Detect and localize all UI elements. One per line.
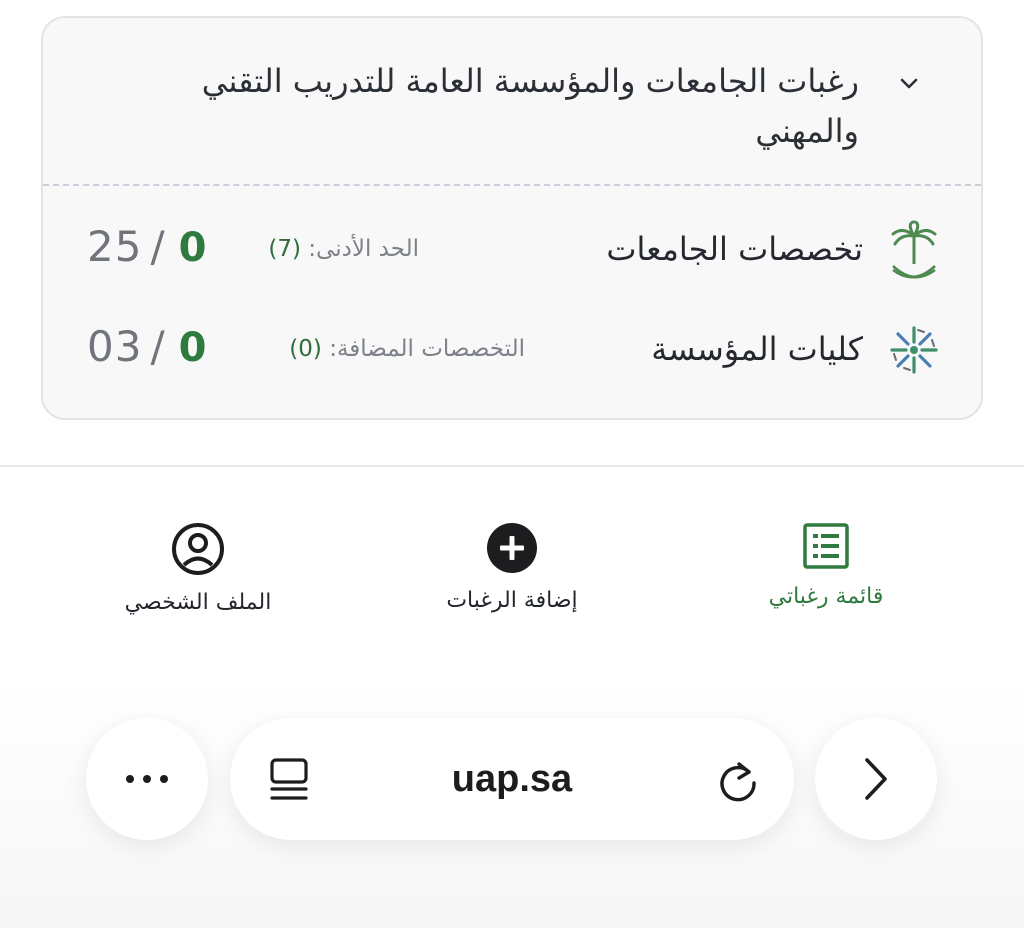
nav-add-label: إضافة الرغبات [446, 588, 578, 613]
forward-button[interactable] [815, 718, 937, 840]
row-note: الحد الأدنى: (7) [268, 236, 419, 262]
dashed-divider [43, 184, 981, 186]
url-text: uap.sa [451, 757, 573, 800]
nav-profile-label: الملف الشخصي [124, 590, 272, 615]
page: رغبات الجامعات والمؤسسة العامة للتدريب ا… [0, 0, 1024, 928]
wishes-card: رغبات الجامعات والمؤسسة العامة للتدريب ا… [41, 16, 983, 420]
count-current: 0 [178, 225, 207, 271]
chevron-down-icon[interactable] [895, 70, 923, 98]
row-university-majors: تخصصات الجامعات الحد الأدنى: (7) 25 / 0 [43, 208, 981, 298]
count-max: 03 [87, 322, 143, 371]
card-header[interactable]: رغبات الجامعات والمؤسسة العامة للتدريب ا… [43, 18, 981, 185]
tvtc-logo-icon [890, 326, 938, 374]
row-note: التخصصات المضافة: (0) [289, 336, 525, 362]
note-value: (0) [289, 336, 322, 362]
count-indicator: 03 / 0 [87, 322, 206, 371]
nav-add-wishes[interactable]: إضافة الرغبات [402, 522, 622, 632]
address-bar[interactable]: uap.sa [230, 718, 794, 840]
note-value: (7) [268, 236, 301, 262]
nav-wishlist-label: قائمة رغباتي [768, 584, 884, 609]
bottom-nav-divider [0, 465, 1024, 467]
count-indicator: 25 / 0 [87, 222, 206, 271]
more-button[interactable] [86, 718, 208, 840]
nav-wishlist[interactable]: قائمة رغباتي [716, 522, 936, 632]
card-title: رغبات الجامعات والمؤسسة العامة للتدريب ا… [201, 62, 859, 150]
list-icon [803, 523, 849, 569]
plus-circle-icon [487, 523, 537, 573]
more-dots-icon [86, 718, 208, 840]
row-label: كليات المؤسسة [651, 330, 863, 368]
count-current: 0 [178, 325, 207, 371]
row-label: تخصصات الجامعات [606, 230, 863, 268]
note-text: التخصصات المضافة: [329, 336, 525, 362]
nav-profile[interactable]: الملف الشخصي [88, 522, 308, 632]
row-institution-colleges: كليات المؤسسة التخصصات المضافة: (0) 03 /… [43, 308, 981, 398]
note-text: الحد الأدنى: [308, 236, 419, 262]
count-max: 25 [87, 222, 143, 271]
saudi-emblem-icon [891, 220, 937, 279]
count-separator: / [150, 222, 165, 271]
count-separator: / [150, 322, 165, 371]
user-circle-icon [172, 523, 224, 575]
reload-icon[interactable] [716, 758, 760, 804]
chevron-right-icon [865, 758, 887, 800]
